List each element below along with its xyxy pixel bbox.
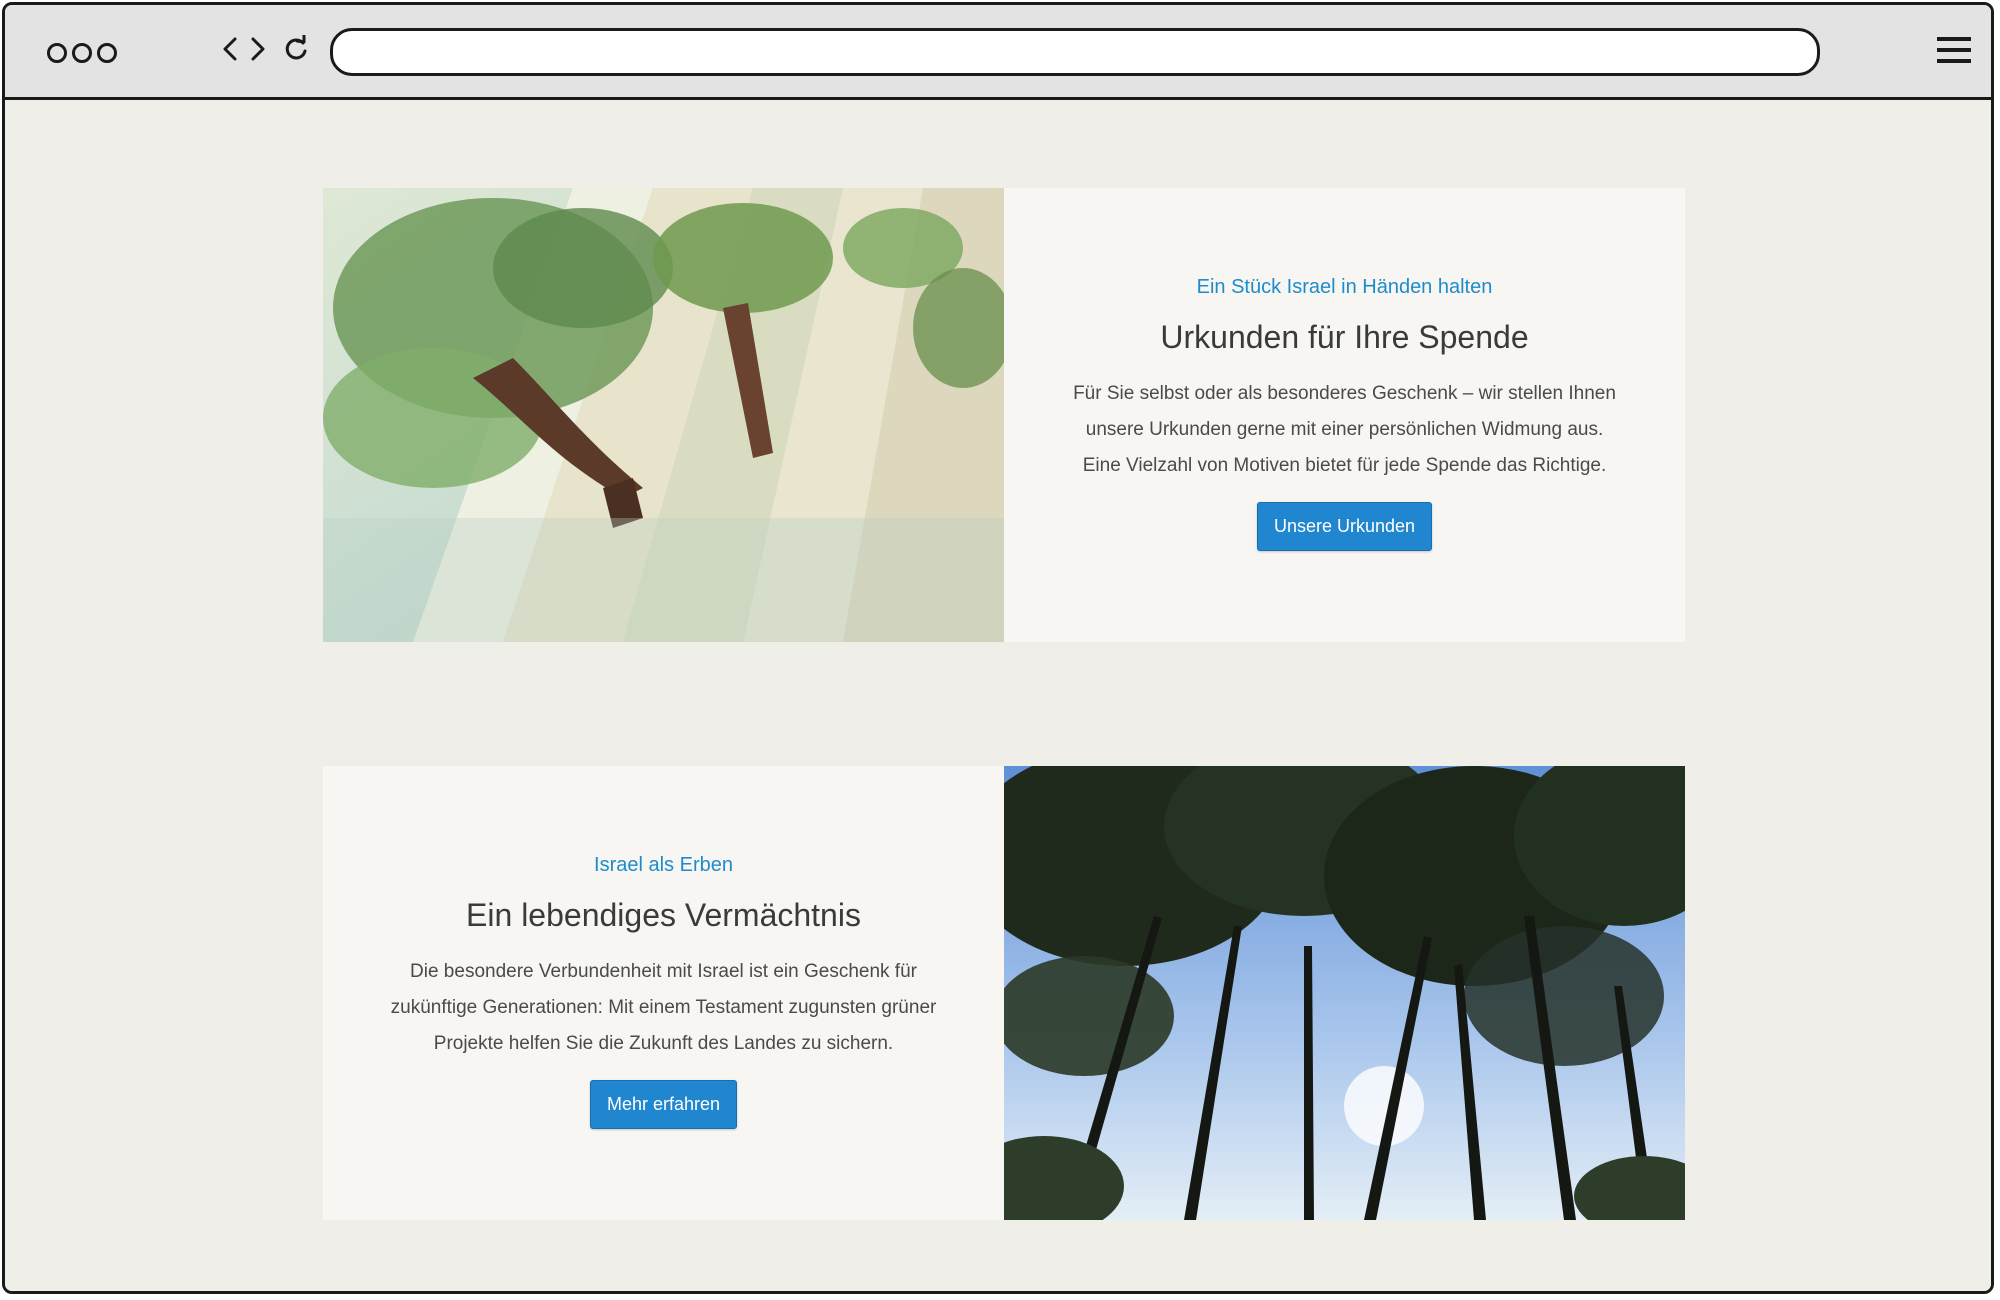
- certificate-section: Ein Stück Israel in Händen halten Urkund…: [323, 188, 1685, 642]
- section-heading: Urkunden für Ihre Spende: [1160, 319, 1529, 355]
- address-bar[interactable]: [330, 28, 1820, 76]
- legacy-section: Israel als Erben Ein lebendiges Vermächt…: [323, 766, 1685, 1220]
- certificates-button[interactable]: Unsere Urkunden: [1256, 502, 1433, 551]
- page-content: Ein Stück Israel in Händen halten Urkund…: [5, 100, 1991, 1291]
- watercolor-tree-certificates-image: [323, 188, 1004, 642]
- learn-more-button[interactable]: Mehr erfahren: [589, 1080, 738, 1129]
- section-description: Die besondere Verbundenheit mit Israel i…: [390, 961, 937, 1054]
- forest-canopy-photo: [1004, 766, 1685, 1220]
- section-eyebrow: Israel als Erben: [594, 854, 733, 876]
- back-icon[interactable]: [221, 35, 239, 63]
- forward-icon[interactable]: [249, 35, 267, 63]
- section-description: Für Sie selbst oder als besonderes Gesch…: [1073, 383, 1616, 476]
- certificate-text-panel: Ein Stück Israel in Händen halten Urkund…: [1004, 188, 1685, 642]
- window-dot-icon[interactable]: [97, 43, 117, 63]
- window-dot-icon[interactable]: [47, 43, 67, 63]
- section-heading: Ein lebendiges Vermächtnis: [466, 897, 861, 933]
- window-dot-icon[interactable]: [72, 43, 92, 63]
- reload-icon[interactable]: [283, 35, 309, 63]
- browser-window: Ein Stück Israel in Händen halten Urkund…: [2, 2, 1994, 1294]
- section-eyebrow: Ein Stück Israel in Händen halten: [1196, 276, 1493, 298]
- hamburger-menu-icon[interactable]: [1936, 34, 1972, 66]
- legacy-text-panel: Israel als Erben Ein lebendiges Vermächt…: [323, 766, 1004, 1220]
- browser-toolbar: [5, 5, 1991, 100]
